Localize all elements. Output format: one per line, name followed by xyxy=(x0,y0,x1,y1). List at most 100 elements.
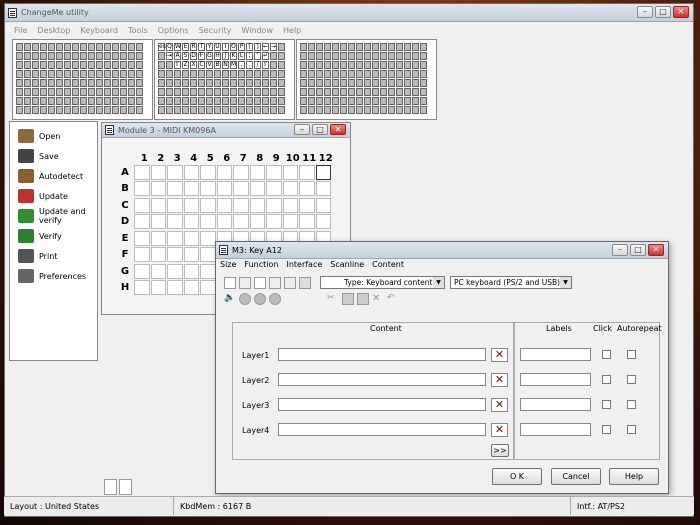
layer3-click-checkbox[interactable] xyxy=(602,400,611,409)
key-label-cell[interactable]: O xyxy=(230,43,237,51)
key-cell[interactable] xyxy=(420,70,427,78)
key-cell[interactable] xyxy=(308,106,315,114)
dialog-menu-content[interactable]: Content xyxy=(368,260,408,272)
key-cell[interactable] xyxy=(88,61,95,69)
key-cell[interactable] xyxy=(206,106,213,114)
module-close-button[interactable]: ✕ xyxy=(330,124,346,135)
matrix-key-cell[interactable] xyxy=(249,181,265,197)
matrix-key-cell[interactable] xyxy=(150,263,166,279)
key-cell[interactable] xyxy=(198,106,205,114)
layer4-autorepeat-checkbox[interactable] xyxy=(627,425,636,434)
key-cell[interactable] xyxy=(372,97,379,105)
matrix-key-cell[interactable] xyxy=(183,214,199,230)
key-cell[interactable] xyxy=(262,97,269,105)
key-cell[interactable] xyxy=(332,88,339,96)
size-grid-icon[interactable] xyxy=(284,277,296,289)
key-label-cell[interactable]: W xyxy=(174,43,181,51)
key-cell[interactable] xyxy=(222,70,229,78)
key-cell[interactable] xyxy=(230,79,237,87)
matrix-key-cell[interactable] xyxy=(150,280,166,296)
matrix-key-cell[interactable] xyxy=(167,247,183,263)
key-cell[interactable] xyxy=(80,106,87,114)
key-cell[interactable] xyxy=(88,52,95,60)
key-cell[interactable] xyxy=(64,88,71,96)
key-cell[interactable] xyxy=(24,79,31,87)
key-cell[interactable] xyxy=(420,61,427,69)
sidebar-item-update[interactable]: Update xyxy=(10,186,97,206)
key-cell[interactable] xyxy=(348,79,355,87)
key-cell[interactable] xyxy=(214,97,221,105)
key-cell[interactable] xyxy=(158,52,165,60)
key-cell[interactable] xyxy=(104,43,111,51)
key-cell[interactable] xyxy=(340,97,347,105)
key-cell[interactable] xyxy=(158,79,165,87)
key-cell[interactable] xyxy=(80,43,87,51)
key-cell[interactable] xyxy=(174,79,181,87)
key-cell[interactable] xyxy=(182,88,189,96)
key-cell[interactable] xyxy=(136,106,143,114)
key-cell[interactable] xyxy=(120,52,127,60)
size-1x1-icon[interactable] xyxy=(224,277,236,289)
key-cell[interactable] xyxy=(190,97,197,105)
key-cell[interactable] xyxy=(332,97,339,105)
key-cell[interactable] xyxy=(16,52,23,60)
menu-desktop[interactable]: Desktop xyxy=(32,26,75,35)
key-cell[interactable] xyxy=(214,79,221,87)
key-cell[interactable] xyxy=(254,70,261,78)
matrix-key-cell[interactable] xyxy=(266,197,282,213)
key-label-cell[interactable]: D xyxy=(190,52,197,60)
key-cell[interactable] xyxy=(278,43,285,51)
matrix-key-cell[interactable] xyxy=(183,280,199,296)
key-cell[interactable] xyxy=(48,43,55,51)
key-cell[interactable] xyxy=(40,79,47,87)
key-cell[interactable] xyxy=(388,97,395,105)
key-cell[interactable] xyxy=(332,61,339,69)
dialog-menu-interface[interactable]: Interface xyxy=(282,260,326,272)
key-cell[interactable] xyxy=(222,97,229,105)
key-label-cell[interactable]: H xyxy=(214,52,221,60)
key-cell[interactable] xyxy=(24,106,31,114)
key-cell[interactable] xyxy=(412,52,419,60)
key-cell[interactable] xyxy=(16,97,23,105)
key-cell[interactable] xyxy=(120,43,127,51)
key-cell[interactable] xyxy=(64,43,71,51)
key-cell[interactable] xyxy=(308,97,315,105)
key-cell[interactable] xyxy=(136,70,143,78)
key-cell[interactable] xyxy=(166,79,173,87)
key-cell[interactable] xyxy=(40,88,47,96)
key-cell[interactable] xyxy=(316,52,323,60)
key-cell[interactable] xyxy=(380,97,387,105)
matrix-key-cell[interactable] xyxy=(216,197,232,213)
key-cell[interactable] xyxy=(16,106,23,114)
matrix-key-cell[interactable] xyxy=(216,214,232,230)
ok-button[interactable]: O K xyxy=(492,468,542,485)
key-cell[interactable] xyxy=(332,79,339,87)
key-cell[interactable] xyxy=(316,61,323,69)
key-cell[interactable] xyxy=(356,79,363,87)
key-cell[interactable] xyxy=(56,79,63,87)
title-bar[interactable]: ChangeMe utility – □ ✕ xyxy=(5,4,693,22)
key-cell[interactable] xyxy=(112,70,119,78)
key-cell[interactable] xyxy=(32,79,39,87)
key-cell[interactable] xyxy=(404,43,411,51)
key-cell[interactable] xyxy=(420,43,427,51)
key-cell[interactable] xyxy=(190,70,197,78)
matrix-key-cell[interactable] xyxy=(233,181,249,197)
matrix-key-cell[interactable] xyxy=(183,181,199,197)
key-cell[interactable] xyxy=(254,97,261,105)
key-cell[interactable] xyxy=(356,52,363,60)
key-cell[interactable] xyxy=(222,88,229,96)
menu-tools[interactable]: Tools xyxy=(123,26,153,35)
key-cell[interactable] xyxy=(254,79,261,87)
key-cell[interactable] xyxy=(262,79,269,87)
key-cell[interactable] xyxy=(308,52,315,60)
key-cell[interactable] xyxy=(348,97,355,105)
key-cell[interactable] xyxy=(24,43,31,51)
key-cell[interactable] xyxy=(348,70,355,78)
key-cell[interactable] xyxy=(32,97,39,105)
key-cell[interactable] xyxy=(356,106,363,114)
key-cell[interactable] xyxy=(308,43,315,51)
key-cell[interactable] xyxy=(88,106,95,114)
key-cell[interactable] xyxy=(104,70,111,78)
key-cell[interactable] xyxy=(158,97,165,105)
